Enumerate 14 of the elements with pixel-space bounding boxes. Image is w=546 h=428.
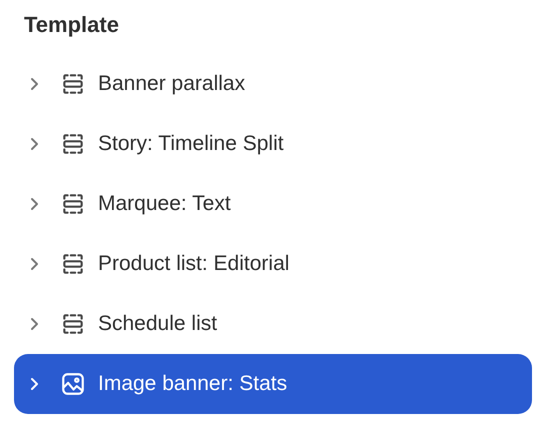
tree-item[interactable]: Story: Timeline Split [14,114,532,174]
section-heading: Template [24,11,119,39]
item-label: Story: Timeline Split [98,131,284,158]
item-label: Schedule list [98,311,218,338]
item-label: Product list: Editorial [98,251,290,278]
tree-item[interactable]: Marquee: Text [14,174,532,234]
item-label: Marquee: Text [98,191,231,218]
tree-item[interactable]: Product list: Editorial [14,234,532,294]
tree-item[interactable]: Schedule list [14,294,532,354]
tree-item[interactable]: Banner parallax [14,54,532,114]
image-icon [60,371,86,397]
item-label: Image banner: Stats [98,371,288,398]
tree-item[interactable]: Image banner: Stats [14,354,532,414]
item-label: Banner parallax [98,71,246,98]
